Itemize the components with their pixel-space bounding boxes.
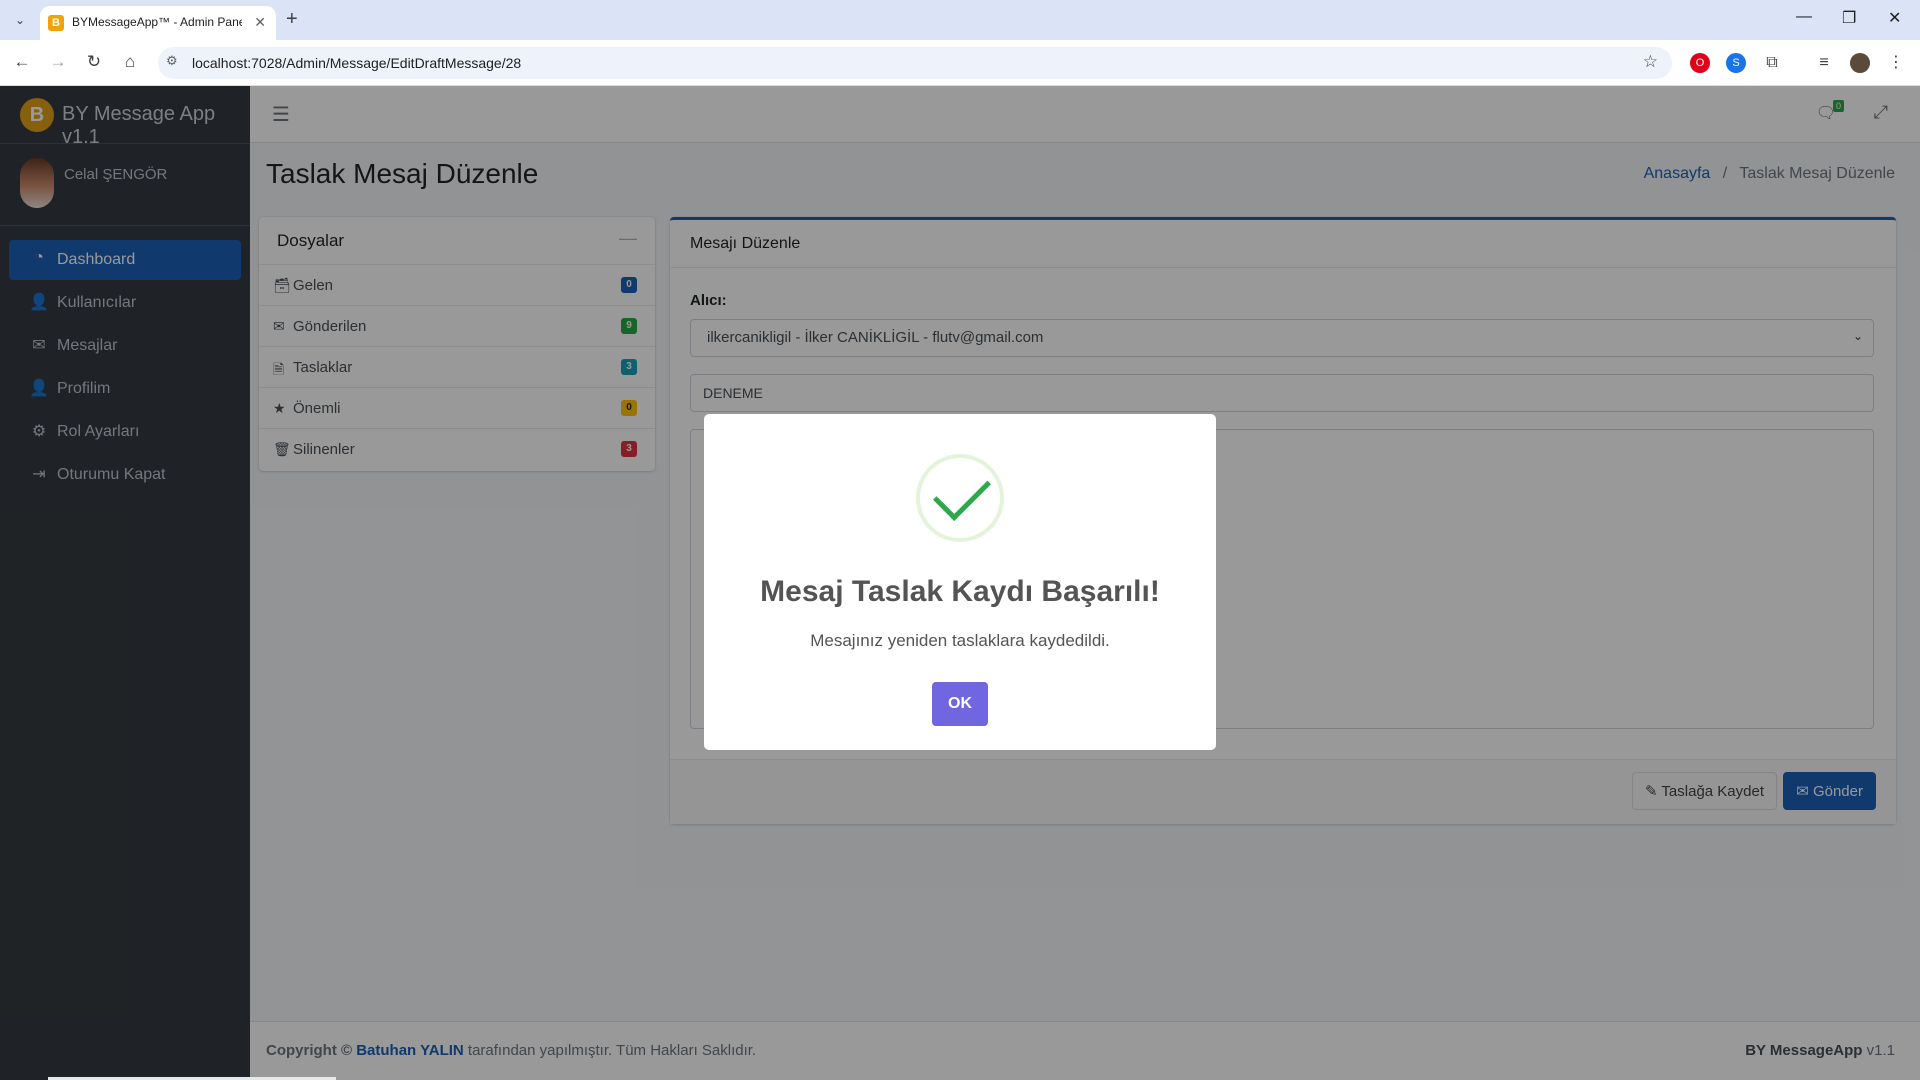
tab-search-icon[interactable]: ⌄ [10,10,30,30]
site-info-icon[interactable]: ⚙ [166,53,178,69]
forward-icon[interactable]: → [46,50,70,74]
browser-tab-bar: ⌄ B BYMessageApp™ - Admin Panel ✕ + — ❐ … [0,0,1920,40]
address-url[interactable]: localhost:7028/Admin/Message/EditDraftMe… [192,55,521,71]
ok-button[interactable]: OK [932,682,988,726]
minimize-icon[interactable]: — [1796,8,1812,26]
back-icon[interactable]: ← [10,50,34,74]
media-control-icon[interactable]: ≡ [1814,53,1834,73]
new-tab-icon[interactable]: + [286,8,298,31]
opera-extension-icon[interactable]: O [1690,53,1710,73]
success-dialog: Mesaj Taslak Kaydı Başarılı! Mesajınız y… [704,414,1216,750]
browser-tab[interactable]: B BYMessageApp™ - Admin Panel ✕ [40,6,276,40]
dialog-text: Mesajınız yeniden taslaklara kaydedildi. [810,631,1110,650]
bookmark-star-icon[interactable]: ☆ [1643,52,1658,72]
home-icon[interactable]: ⌂ [118,50,142,74]
window-close-icon[interactable]: ✕ [1888,8,1901,28]
tab-close-icon[interactable]: ✕ [254,14,266,31]
browser-menu-icon[interactable]: ⋮ [1886,53,1906,73]
restore-icon[interactable]: ❐ [1842,8,1856,28]
reload-icon[interactable]: ↻ [82,50,106,74]
success-check-icon [916,454,1004,542]
profile-avatar[interactable] [1850,53,1870,73]
tab-title: BYMessageApp™ - Admin Panel [72,15,242,29]
dialog-title: Mesaj Taslak Kaydı Başarılı! [760,575,1160,608]
favicon-icon: B [48,15,64,31]
shazam-extension-icon[interactable]: S [1726,53,1746,73]
address-bar[interactable]: ⚙ localhost:7028/Admin/Message/EditDraft… [158,47,1672,79]
checkmark-icon [933,463,991,521]
extensions-icon[interactable]: ⧉ [1762,53,1782,73]
browser-toolbar: ← → ↻ ⌂ ⚙ localhost:7028/Admin/Message/E… [0,40,1920,86]
